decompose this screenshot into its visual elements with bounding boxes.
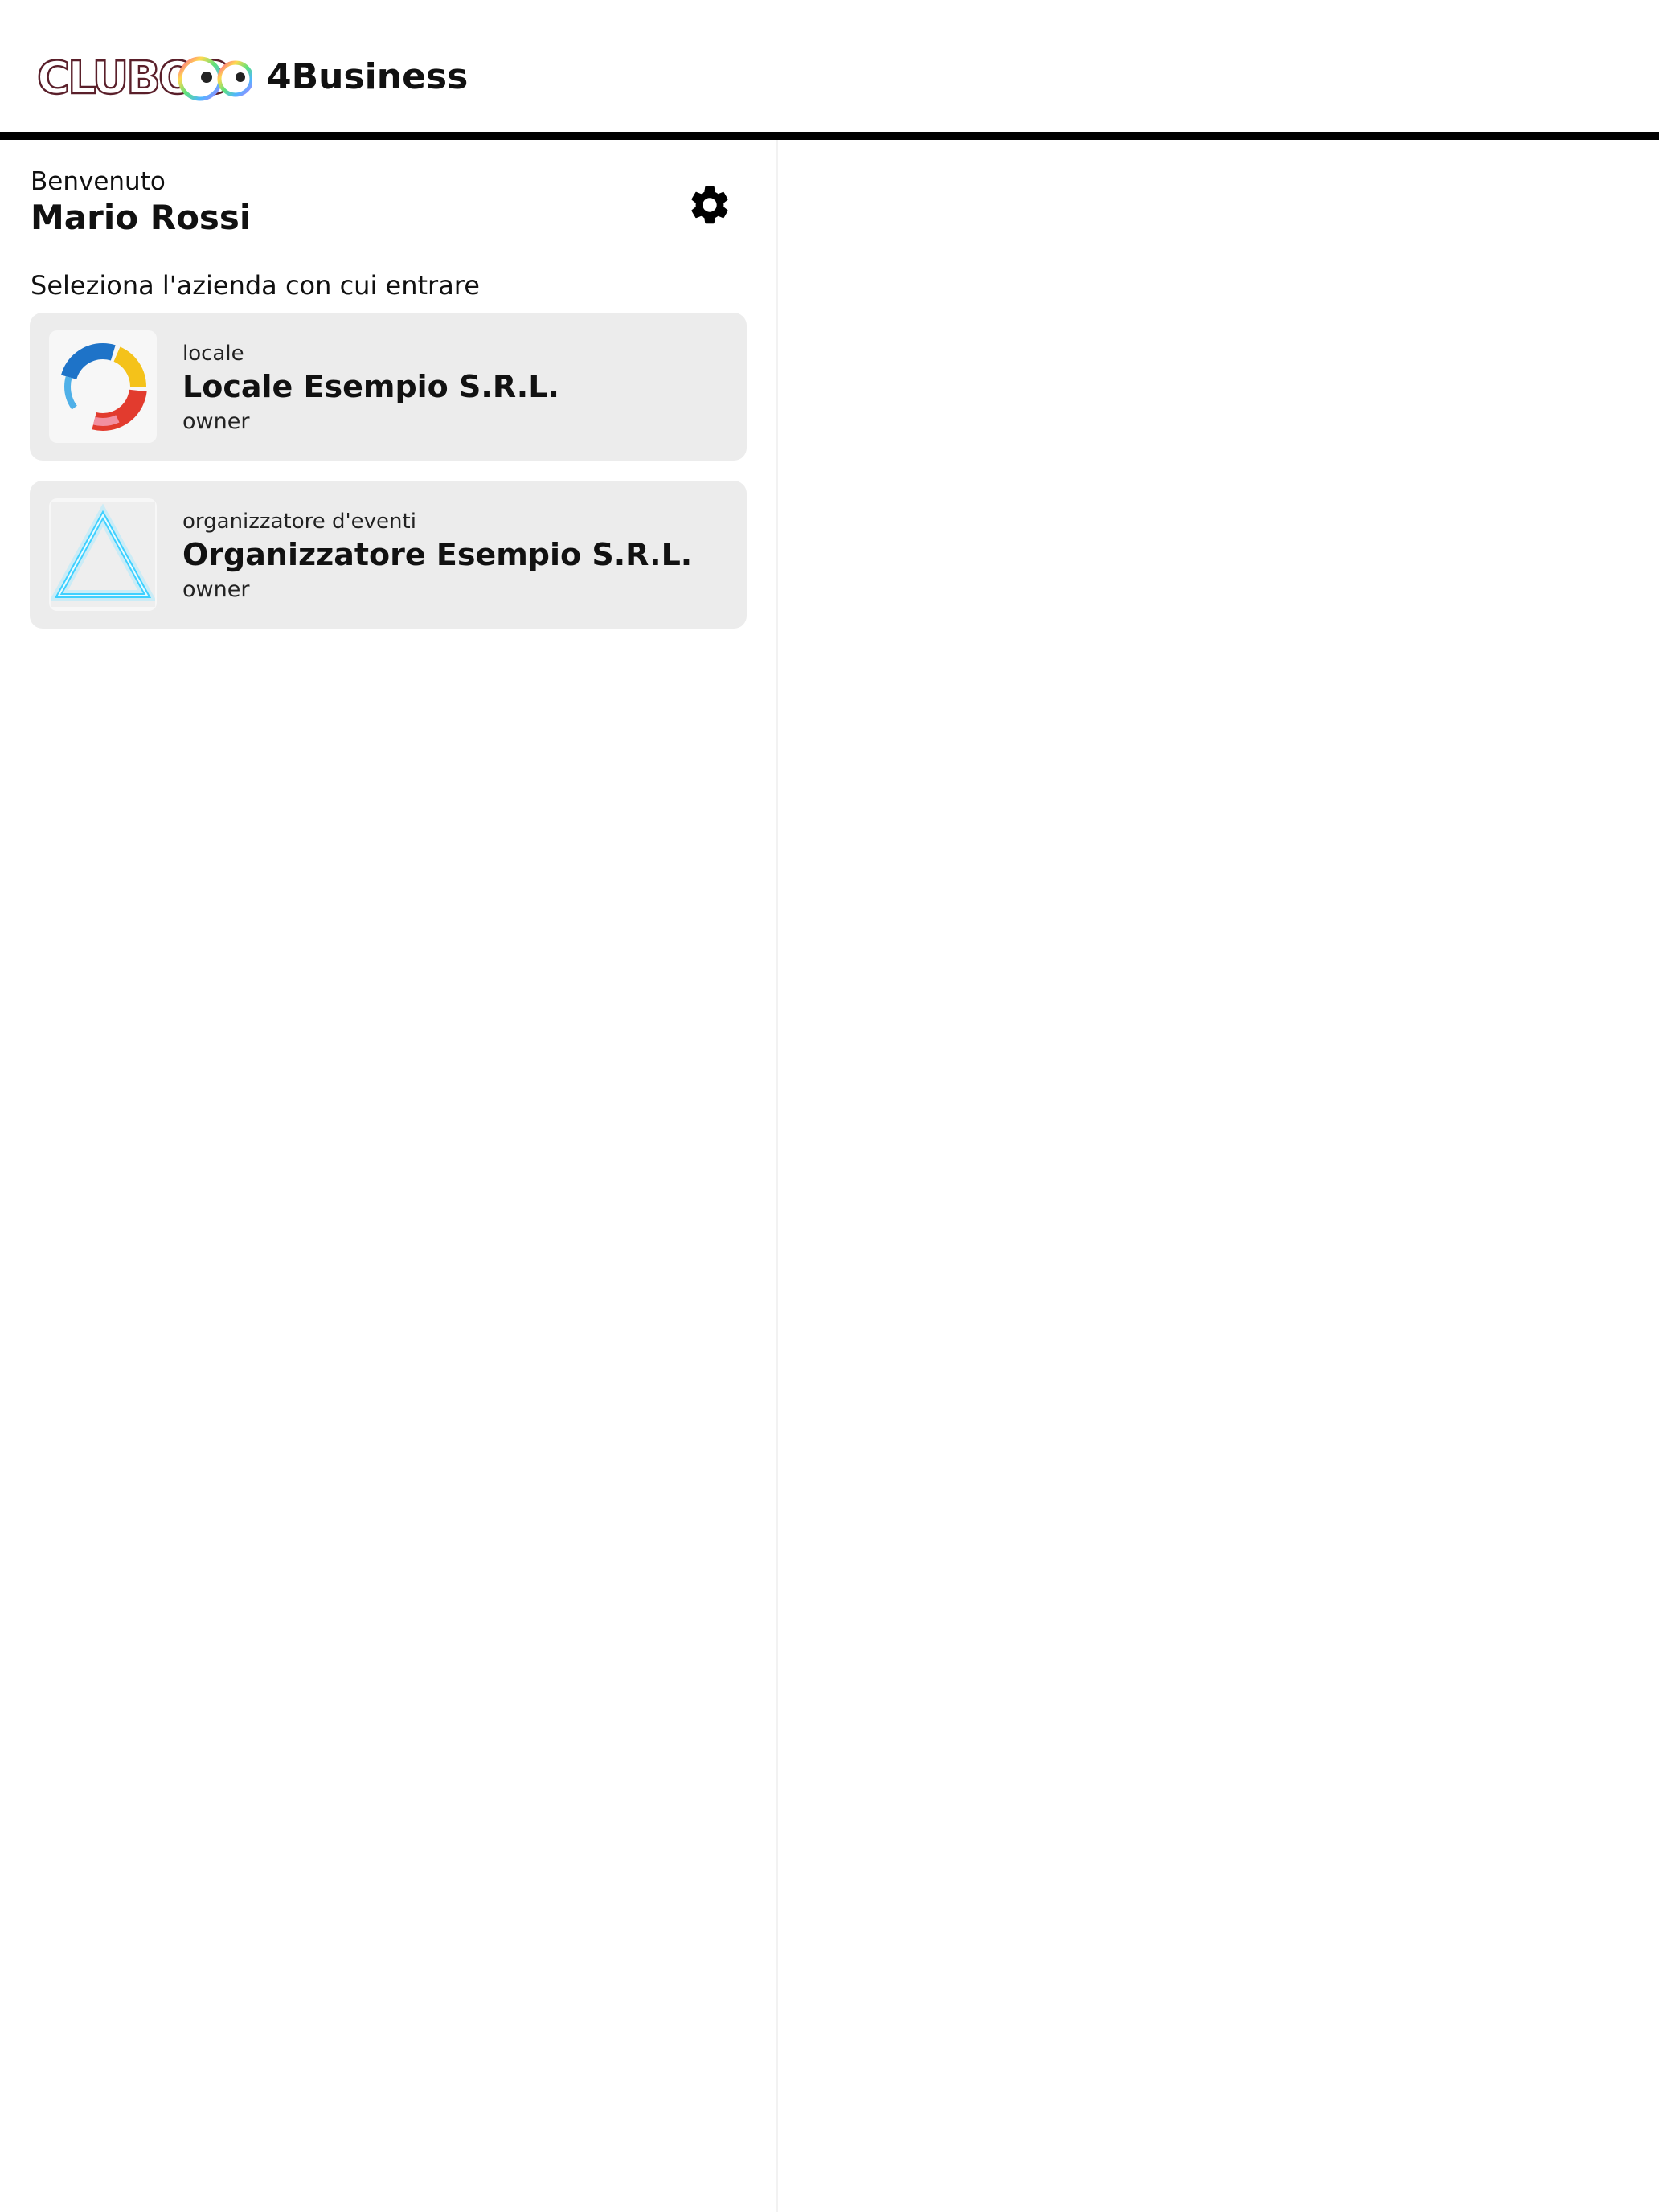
company-card-organizzatore[interactable]: organizzatore d'eventi Organizzatore Ese… [30, 481, 747, 629]
company-name: Organizzatore Esempio S.R.L. [182, 537, 693, 572]
company-select-prompt: Seleziona l'azienda con cui entrare [31, 270, 480, 301]
company-type: locale [182, 342, 244, 366]
neon-triangle-logo-icon [49, 498, 157, 611]
company-type: organizzatore d'eventi [182, 510, 416, 534]
settings-button[interactable] [685, 180, 735, 230]
panel-divider [776, 140, 778, 2212]
user-name: Mario Rossi [31, 198, 252, 237]
company-role: owner [182, 409, 250, 434]
welcome-label: Benvenuto [31, 167, 166, 196]
colorful-ring-logo-icon [49, 330, 157, 443]
brand-suffix: 4Business [267, 56, 469, 97]
header-divider [0, 132, 1659, 140]
company-name: Locale Esempio S.R.L. [182, 369, 559, 404]
company-role: owner [182, 577, 250, 602]
gear-icon [691, 186, 728, 224]
cluboo-logo: CLUBOO [36, 53, 252, 104]
app-header: CLUBOO 4Business [0, 0, 1659, 132]
detail-area [778, 140, 1659, 2212]
company-card-locale[interactable]: locale Locale Esempio S.R.L. owner [30, 313, 747, 461]
